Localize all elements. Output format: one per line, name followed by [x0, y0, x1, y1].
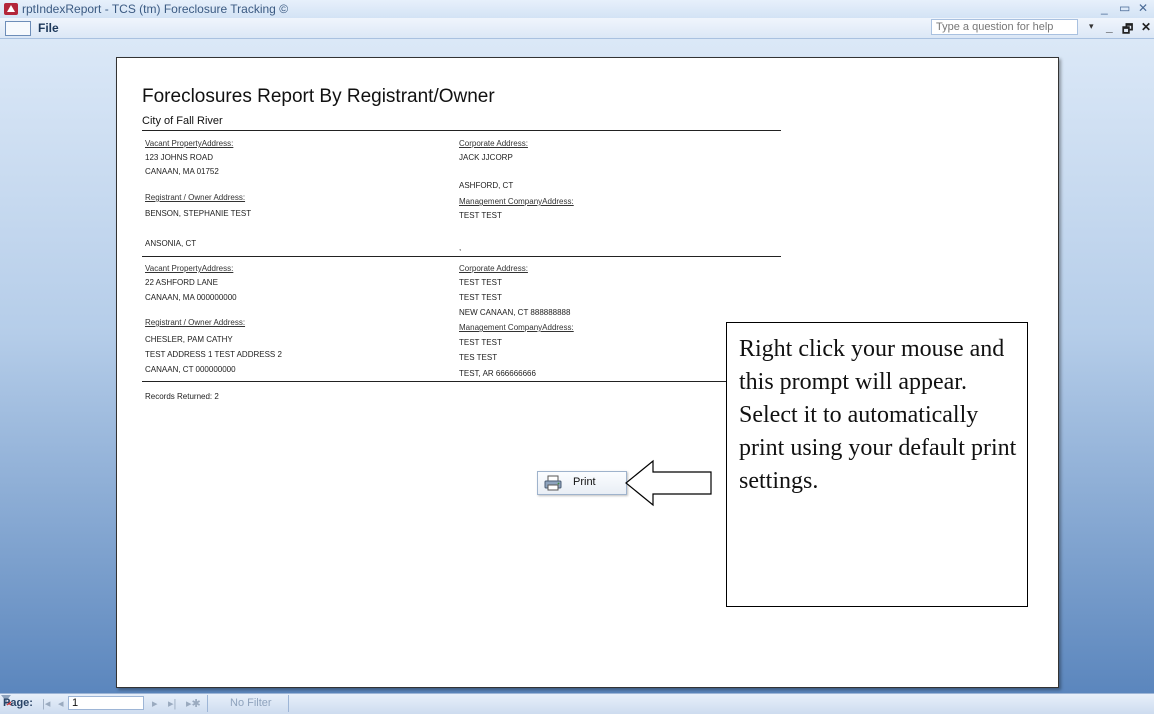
mdi-close-button[interactable]: ✕ [1141, 20, 1151, 34]
printer-icon [544, 475, 562, 491]
status-bar: Page: |◂ ◂ 1 ▸ ▸| ▸✱ No Filter [0, 693, 1154, 714]
mdi-minimize-button[interactable]: _ [1106, 20, 1113, 34]
report-title: Foreclosures Report By Registrant/Owner [142, 86, 495, 107]
management-company-label: Management CompanyAddress: [459, 197, 574, 206]
corporate-address-line: NEW CANAAN, CT 888888888 [459, 308, 571, 317]
help-search-input[interactable]: Type a question for help [931, 19, 1078, 35]
registrant-owner-label: Registrant / Owner Address: [145, 193, 246, 202]
next-record-button[interactable]: ▸ [152, 697, 158, 710]
management-company-line: TEST TEST [459, 338, 502, 347]
corporate-address-line: JACK JJCORP [459, 153, 513, 162]
registrant-owner-label: Registrant / Owner Address: [145, 318, 246, 327]
record-divider [142, 381, 781, 382]
access-app-icon [4, 3, 18, 15]
page-number-input[interactable]: 1 [68, 696, 144, 710]
registrant-owner-line: CANAAN, CT 000000000 [145, 365, 236, 374]
corporate-address-label: Corporate Address: [459, 139, 528, 148]
status-divider [288, 695, 289, 712]
vacant-property-line: CANAAN, MA 000000000 [145, 293, 237, 302]
menu-icon[interactable] [5, 21, 31, 36]
print-label: Print [573, 476, 596, 488]
instruction-callout: Right click your mouse and this prompt w… [726, 322, 1028, 607]
filter-status[interactable]: No Filter [230, 697, 272, 709]
registrant-owner-line: CHESLER, PAM CATHY [145, 335, 233, 344]
new-record-button[interactable]: ▸✱ [186, 697, 201, 710]
previous-record-button[interactable]: ◂ [58, 697, 64, 710]
menu-bar: File Type a question for help ▾ _ 🗗 ✕ [0, 18, 1154, 39]
corporate-address-line: TEST TEST [459, 278, 502, 287]
vacant-property-label: Vacant PropertyAddress: [145, 139, 234, 148]
report-subtitle: City of Fall River [142, 115, 223, 127]
management-company-line: TEST TEST [459, 211, 502, 220]
record-divider [142, 256, 781, 257]
vacant-property-line: 123 JOHNS ROAD [145, 153, 214, 162]
callout-arrow [625, 459, 712, 507]
close-button[interactable]: ✕ [1138, 1, 1148, 15]
first-record-button[interactable]: |◂ [42, 697, 50, 710]
management-company-line: TES TEST [459, 353, 498, 362]
page-label: Page: [3, 697, 33, 709]
management-company-label: Management CompanyAddress: [459, 323, 574, 332]
minimize-button[interactable]: _ [1101, 1, 1108, 15]
file-menu[interactable]: File [38, 21, 59, 35]
report-header-divider [142, 130, 781, 131]
management-company-line: TEST, AR 666666666 [459, 369, 536, 378]
corporate-address-line: TEST TEST [459, 293, 502, 302]
corporate-address-label: Corporate Address: [459, 264, 528, 273]
print-context-menu-item[interactable]: Print [537, 471, 627, 495]
last-record-button[interactable]: ▸| [168, 697, 176, 710]
restore-button[interactable]: ▭ [1119, 1, 1130, 15]
mdi-restore-button[interactable]: 🗗 [1122, 20, 1133, 41]
window-title-bar: rptIndexReport - TCS (tm) Foreclosure Tr… [0, 0, 1154, 18]
registrant-owner-line: ANSONIA, CT [145, 239, 197, 248]
vacant-property-label: Vacant PropertyAddress: [145, 264, 234, 273]
corporate-address-line: ASHFORD, CT [459, 181, 514, 190]
help-dropdown-icon[interactable]: ▾ [1089, 21, 1094, 32]
status-divider [207, 695, 208, 712]
vacant-property-line: CANAAN, MA 01752 [145, 167, 219, 176]
window-title: rptIndexReport - TCS (tm) Foreclosure Tr… [22, 2, 289, 16]
registrant-owner-line: BENSON, STEPHANIE TEST [145, 209, 252, 218]
vacant-property-line: 22 ASHFORD LANE [145, 278, 218, 287]
records-returned: Records Returned: 2 [145, 392, 219, 401]
management-company-line: , [459, 243, 462, 252]
registrant-owner-line: TEST ADDRESS 1 TEST ADDRESS 2 [145, 350, 282, 359]
